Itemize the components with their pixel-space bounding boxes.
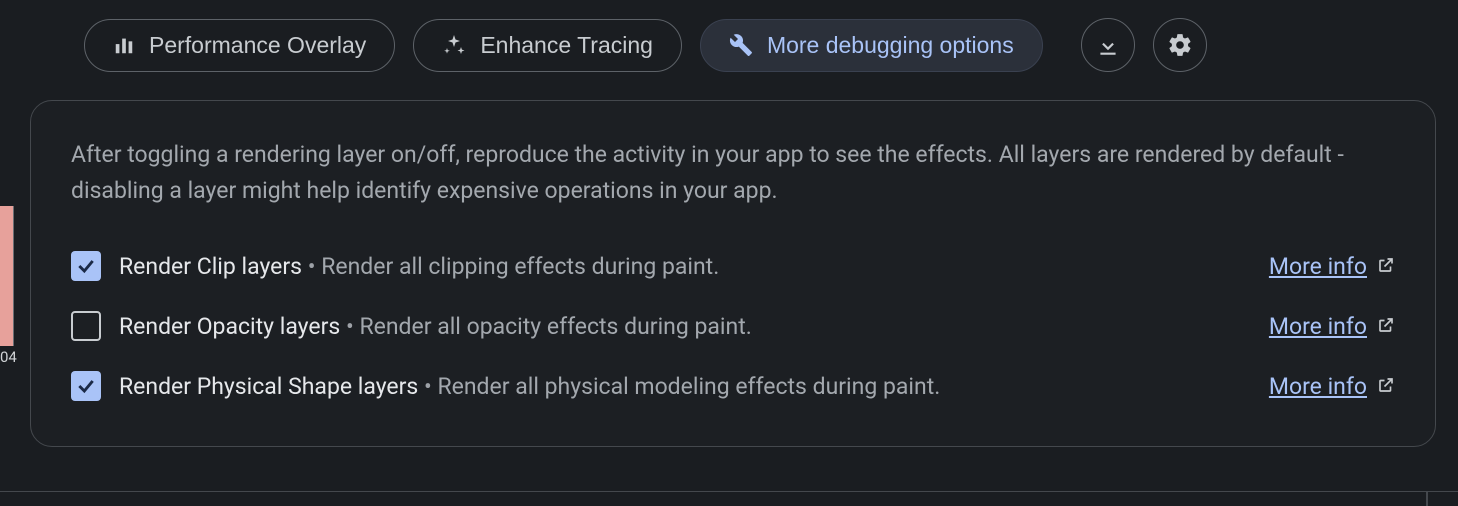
option-row: Render Opacity layers • Render all opaci… (71, 296, 1395, 356)
bottom-tick (1426, 492, 1428, 506)
option-label: Render Opacity layers (119, 313, 340, 340)
download-button[interactable] (1081, 18, 1135, 72)
more-info-link[interactable]: More info (1269, 253, 1395, 280)
external-link-icon (1377, 373, 1395, 400)
option-label: Render Clip layers (119, 253, 302, 280)
more-info-label: More info (1269, 253, 1367, 280)
option-desc: Render all clipping effects during paint… (321, 253, 719, 280)
more-debugging-options-button[interactable]: More debugging options (700, 19, 1043, 72)
panel-description: After toggling a rendering layer on/off,… (71, 137, 1395, 208)
render-clip-checkbox[interactable] (71, 251, 101, 281)
more-info-link[interactable]: More info (1269, 313, 1395, 340)
more-info-link[interactable]: More info (1269, 373, 1395, 400)
more-info-label: More info (1269, 313, 1367, 340)
debug-options-panel: After toggling a rendering layer on/off,… (30, 100, 1436, 447)
more-info-label: More info (1269, 373, 1367, 400)
option-row: Render Physical Shape layers • Render al… (71, 356, 1395, 416)
download-icon (1095, 32, 1121, 58)
render-physical-shape-checkbox[interactable] (71, 371, 101, 401)
button-label: Enhance Tracing (480, 32, 653, 59)
option-desc: Render all physical modeling effects dur… (437, 373, 940, 400)
settings-button[interactable] (1153, 18, 1207, 72)
separator: • (424, 373, 437, 400)
render-opacity-checkbox[interactable] (71, 311, 101, 341)
toolbar: Performance Overlay Enhance Tracing More… (0, 0, 1458, 90)
option-text: Render Physical Shape layers • Render al… (119, 373, 1251, 400)
sparkle-icon (442, 33, 466, 57)
option-label: Render Physical Shape layers (119, 373, 418, 400)
external-link-icon (1377, 253, 1395, 280)
option-text: Render Opacity layers • Render all opaci… (119, 313, 1251, 340)
bottom-divider (0, 491, 1458, 492)
bar-chart-icon (113, 34, 135, 56)
separator: • (346, 313, 359, 340)
wrench-icon (729, 33, 753, 57)
external-link-icon (1377, 313, 1395, 340)
button-label: More debugging options (767, 32, 1014, 59)
performance-overlay-button[interactable]: Performance Overlay (84, 19, 395, 72)
button-label: Performance Overlay (149, 32, 366, 59)
option-text: Render Clip layers • Render all clipping… (119, 253, 1251, 280)
timeline-strip (0, 206, 14, 346)
option-desc: Render all opacity effects during paint. (359, 313, 751, 340)
separator: • (308, 253, 321, 280)
enhance-tracing-button[interactable]: Enhance Tracing (413, 19, 682, 72)
timeline-tick-label: 04 (0, 348, 17, 366)
option-row: Render Clip layers • Render all clipping… (71, 236, 1395, 296)
gear-icon (1167, 32, 1193, 58)
